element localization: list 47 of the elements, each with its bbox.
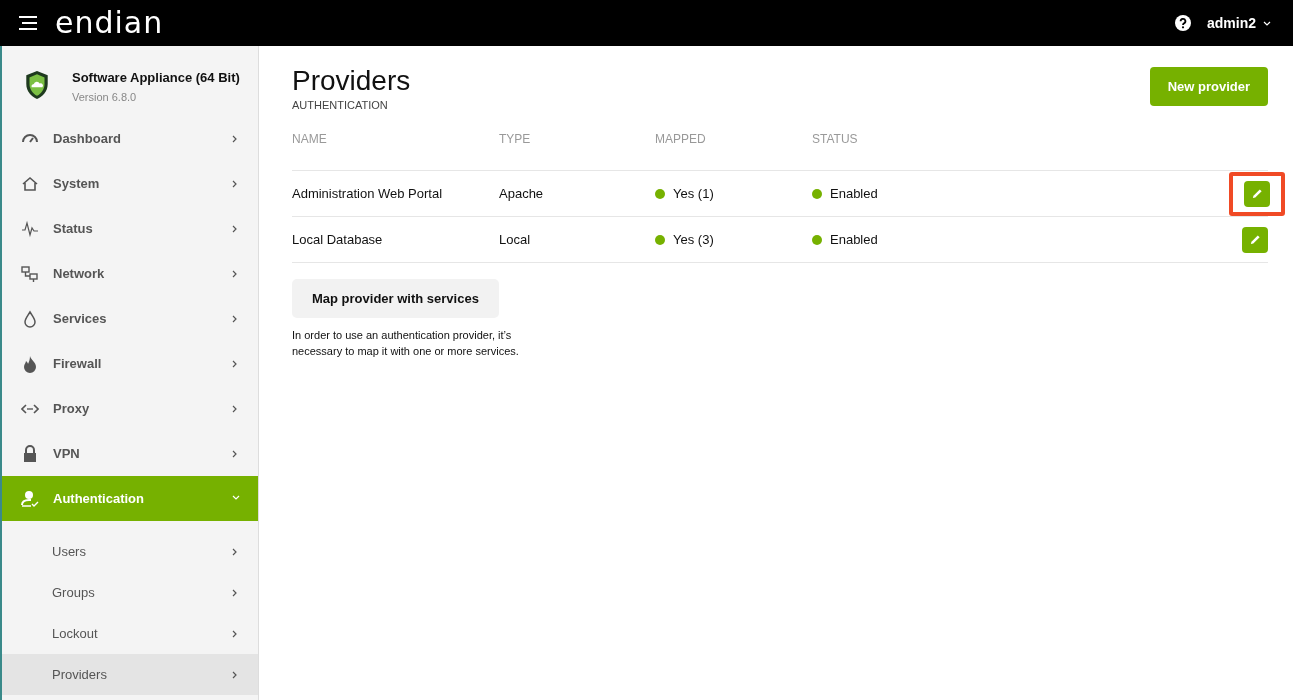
user-check-icon	[21, 489, 39, 508]
mapped-value: Yes (1)	[673, 186, 714, 201]
pencil-icon	[1249, 234, 1261, 245]
column-header: STATUS	[812, 132, 859, 146]
lock-icon	[21, 444, 39, 463]
sidebar-item[interactable]: Proxy	[2, 386, 258, 431]
provider-type: Apache	[499, 186, 544, 201]
page-title: Providers	[292, 66, 411, 96]
help-icon[interactable]	[1175, 15, 1191, 31]
drop-icon	[21, 309, 39, 328]
sidebar-item[interactable]: Status	[2, 206, 258, 251]
provider-type: Local	[499, 232, 531, 247]
status-value: Enabled	[830, 232, 878, 247]
column-header: NAME	[292, 132, 328, 146]
menu-icon[interactable]	[19, 16, 37, 30]
sidebar-item[interactable]: Services	[2, 296, 258, 341]
map-provider-button[interactable]: Map provider with services	[292, 279, 499, 318]
submenu-item[interactable]: Users	[2, 531, 258, 572]
provider-name: Local Database	[292, 232, 383, 247]
pencil-icon	[1251, 188, 1263, 199]
caret-icon[interactable]	[1263, 20, 1271, 26]
mapped-value: Yes (3)	[673, 232, 714, 247]
provider-name: Administration Web Portal	[292, 186, 443, 201]
help-text: In order to use an authentication provider, it’s necessary to map it with one or more services.	[292, 328, 520, 359]
sidebar-item[interactable]: VPN	[2, 431, 258, 476]
column-header: MAPPED	[655, 132, 707, 146]
home-icon	[21, 174, 39, 193]
logo[interactable]: endian	[55, 8, 164, 38]
submenu-item[interactable]: Groups	[2, 572, 258, 613]
sidebar-item[interactable]: Firewall	[2, 341, 258, 386]
page-subtitle: AUTHENTICATION	[292, 99, 389, 111]
pulse-icon	[21, 219, 39, 238]
sidebar-item[interactable]: System	[2, 161, 258, 206]
edit-button[interactable]	[1242, 226, 1268, 253]
version-label: Version 6.8.0	[72, 91, 138, 103]
sidebar-item[interactable]: Network	[2, 251, 258, 296]
user-menu[interactable]: admin2	[1207, 15, 1256, 31]
flame-icon	[21, 354, 39, 373]
appliance-name: Software Appliance (64 Bit)	[72, 70, 240, 85]
network-icon	[21, 264, 39, 283]
edit-button[interactable]	[1244, 180, 1270, 207]
shield-icon	[24, 70, 50, 100]
sidebar-item[interactable]: Dashboard	[2, 116, 258, 161]
status-value: Enabled	[830, 186, 878, 201]
submenu-item[interactable]: Lockout	[2, 613, 258, 654]
submenu-item[interactable]: Providers	[2, 654, 258, 695]
column-header: TYPE	[499, 132, 532, 146]
